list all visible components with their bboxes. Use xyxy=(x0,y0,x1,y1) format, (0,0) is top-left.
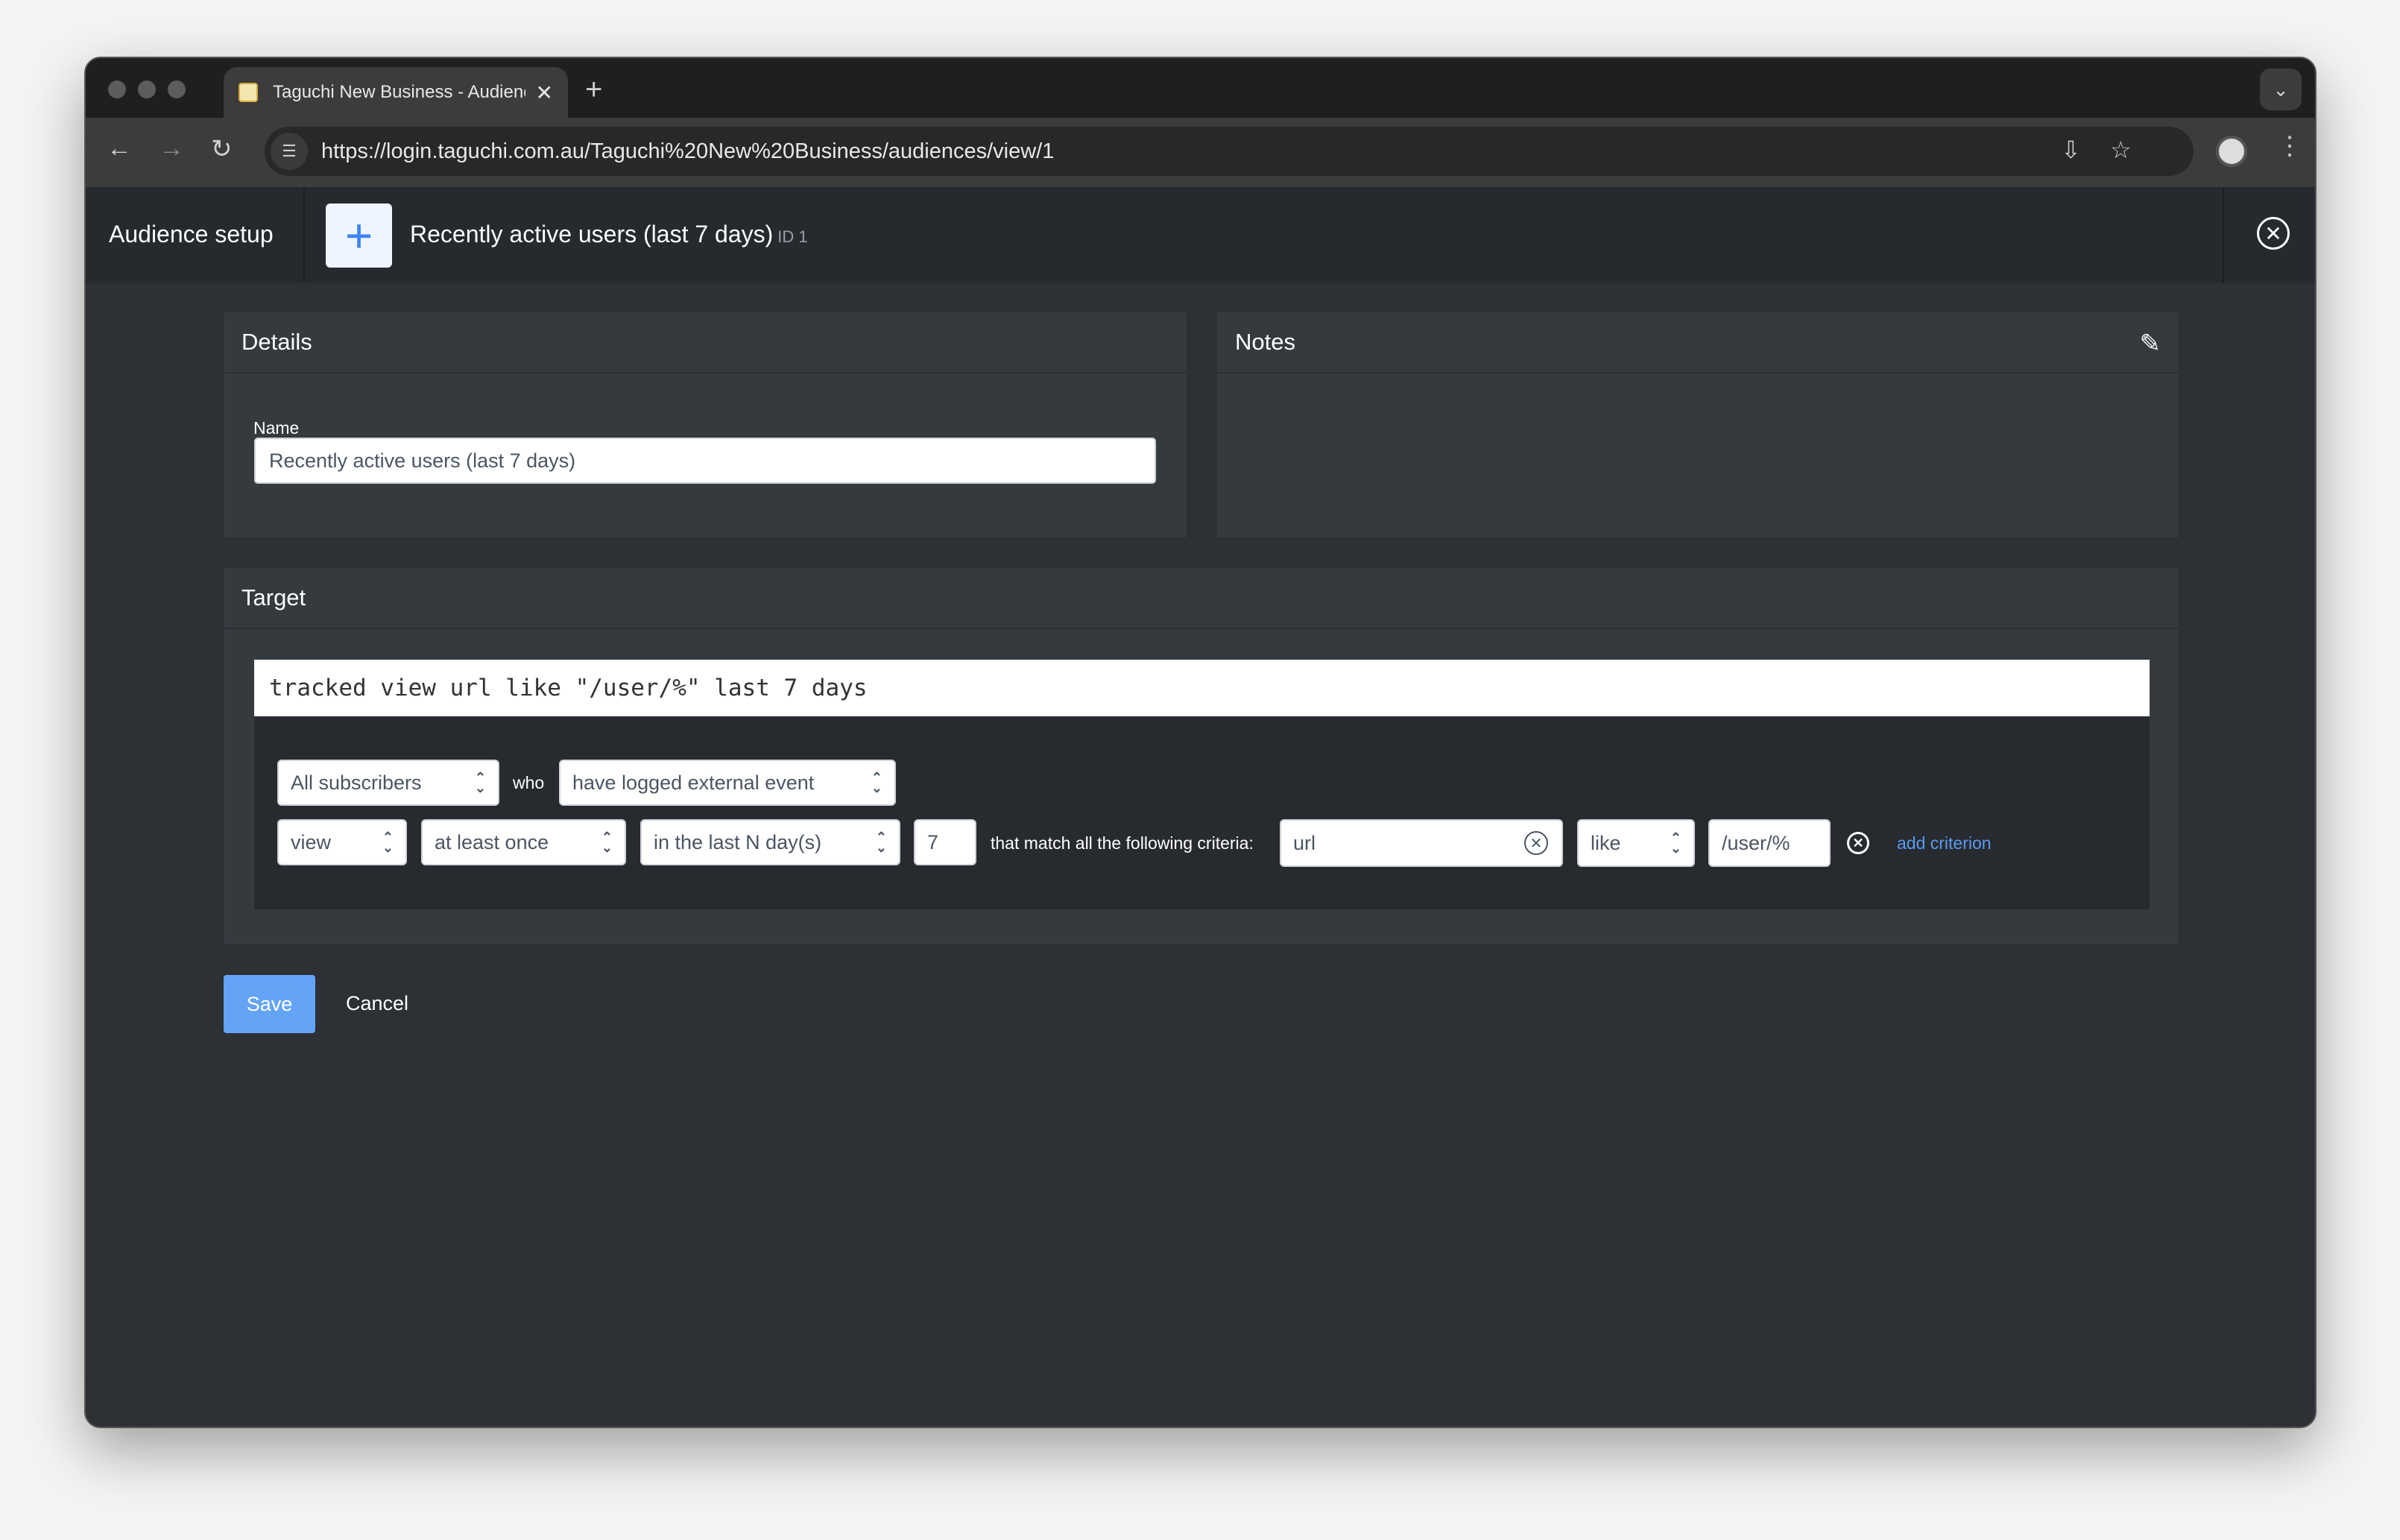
subscribers-value: All subscribers xyxy=(291,771,422,794)
frequency-select[interactable]: at least once ⌃ ⌄ xyxy=(421,819,626,865)
close-tab-icon[interactable]: ✕ xyxy=(536,81,553,105)
browser-tab[interactable]: Taguchi New Business - Audiences ✕ xyxy=(224,67,568,118)
name-input[interactable]: Recently active users (last 7 days) xyxy=(254,438,1156,484)
profile-avatar[interactable] xyxy=(2216,136,2247,167)
save-button[interactable]: Save xyxy=(224,975,315,1033)
favicon-icon xyxy=(239,83,258,102)
bookmark-star-icon[interactable]: ☆ xyxy=(2110,136,2132,164)
add-button[interactable]: + xyxy=(326,203,392,268)
select-arrows-icon: ⌃ ⌄ xyxy=(382,830,394,855)
name-label: Name xyxy=(253,418,300,438)
period-value: in the last N day(s) xyxy=(654,830,822,853)
event-value: view xyxy=(291,830,332,853)
select-arrows-icon: ⌃ ⌄ xyxy=(1670,830,1681,856)
criterion-field-input[interactable]: url ✕ xyxy=(1280,819,1563,867)
site-settings-icon[interactable]: ☰ xyxy=(271,133,308,170)
cancel-button[interactable]: Cancel xyxy=(346,992,408,1015)
select-arrows-icon: ⌃ ⌄ xyxy=(871,770,882,795)
notes-panel: Notes ✎ xyxy=(1217,312,2179,537)
period-select[interactable]: in the last N day(s) ⌃ ⌄ xyxy=(640,819,900,865)
frequency-value: at least once xyxy=(435,830,549,853)
minimize-window-dot[interactable] xyxy=(138,81,156,98)
address-bar[interactable]: ☰ https://login.taguchi.com.au/Taguchi%2… xyxy=(265,127,2194,176)
close-window-dot[interactable] xyxy=(108,81,126,98)
clear-field-icon[interactable]: ✕ xyxy=(1524,831,1548,855)
divider xyxy=(303,187,305,283)
target-expression-input[interactable]: tracked view url like "/user/%" last 7 d… xyxy=(254,660,2150,716)
select-arrows-icon: ⌃ ⌄ xyxy=(601,830,613,855)
target-heading: Target xyxy=(224,568,2179,629)
target-builder: All subscribers ⌃ ⌄ who have logged extern… xyxy=(254,716,2150,909)
criteria-label: that match all the following criteria: xyxy=(991,833,1254,853)
url-text: https://login.taguchi.com.au/Taguchi%20N… xyxy=(321,139,1055,163)
operator-value: like xyxy=(1591,831,1621,854)
subscribers-select[interactable]: All subscribers ⌃ ⌄ xyxy=(277,760,499,806)
select-arrows-icon: ⌃ ⌄ xyxy=(875,830,887,855)
remove-criterion-icon[interactable]: ✕ xyxy=(1847,832,1869,854)
tab-search-chevron-icon[interactable]: ⌄ xyxy=(2260,69,2302,110)
browser-window: Taguchi New Business - Audiences ✕ + ⌄ ←… xyxy=(84,57,2317,1428)
forward-icon[interactable]: → xyxy=(159,134,184,163)
notes-title: Notes xyxy=(1235,329,1295,355)
event-select[interactable]: view ⌃ ⌄ xyxy=(277,819,407,865)
page-title: Recently active users (last 7 days) ID 1 xyxy=(410,221,808,248)
audience-id: ID 1 xyxy=(777,227,808,246)
reload-icon[interactable]: ↻ xyxy=(211,134,233,164)
criterion-value-input[interactable]: /user/% xyxy=(1708,819,1831,867)
target-panel: Target tracked view url like "/user/%" l… xyxy=(224,568,2179,944)
install-app-icon[interactable]: ⇩ xyxy=(2061,136,2081,164)
back-icon[interactable]: ← xyxy=(107,134,132,163)
details-heading: Details xyxy=(224,312,1187,373)
app-header: Audience setup + Recently active users (… xyxy=(86,187,2315,283)
event-type-select[interactable]: have logged external event ⌃ ⌄ xyxy=(559,760,896,806)
audience-title: Recently active users (last 7 days) xyxy=(410,221,774,247)
edit-pencil-icon[interactable]: ✎ xyxy=(2140,329,2161,359)
browser-menu-icon[interactable]: ⋮ xyxy=(2277,131,2302,161)
divider xyxy=(2223,187,2224,283)
section-label: Audience setup xyxy=(109,221,274,247)
criterion-field-value: url xyxy=(1293,831,1316,854)
new-tab-icon[interactable]: + xyxy=(585,73,602,107)
tab-strip: Taguchi New Business - Audiences ✕ + ⌄ xyxy=(86,58,2315,118)
details-panel: Details Name Recently active users (last… xyxy=(224,312,1187,537)
days-input[interactable]: 7 xyxy=(914,819,976,865)
who-label: who xyxy=(513,773,545,792)
tab-title: Taguchi New Business - Audiences xyxy=(273,82,525,102)
browser-toolbar: ← → ↻ ☰ https://login.taguchi.com.au/Tag… xyxy=(86,118,2315,187)
select-arrows-icon: ⌃ ⌄ xyxy=(474,770,486,795)
operator-select[interactable]: like ⌃ ⌄ xyxy=(1577,819,1695,867)
notes-heading: Notes xyxy=(1217,312,2179,373)
close-icon[interactable]: ✕ xyxy=(2257,217,2290,250)
event-type-value: have logged external event xyxy=(572,771,815,794)
add-criterion-link[interactable]: add criterion xyxy=(1897,833,1992,853)
maximize-window-dot[interactable] xyxy=(168,81,186,98)
